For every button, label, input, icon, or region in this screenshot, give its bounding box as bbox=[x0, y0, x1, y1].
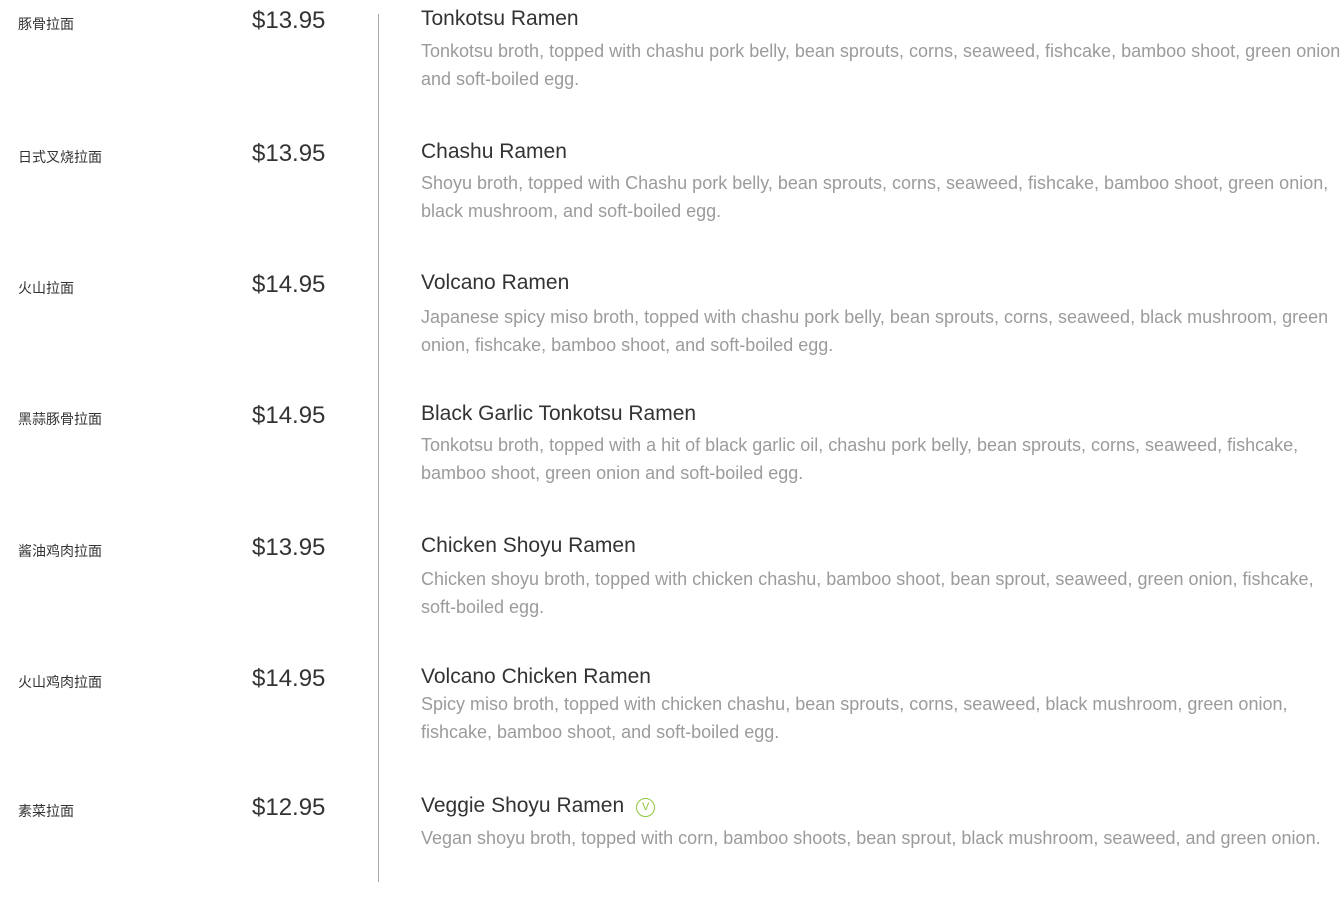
menu-item-volcano-chicken-ramen: 火山鸡肉拉面 $14.95 Volcano Chicken Ramen Spic… bbox=[0, 658, 1344, 778]
menu-item-chinese-name: 素菜拉面 bbox=[18, 804, 74, 820]
menu-item-chinese-name: 酱油鸡肉拉面 bbox=[18, 544, 102, 560]
menu-item-volcano-ramen: 火山拉面 $14.95 Volcano Ramen Japanese spicy… bbox=[0, 264, 1344, 384]
menu-item-description: Tonkotsu broth, topped with a hit of bla… bbox=[421, 435, 1299, 483]
menu-item-name-wrapper: Veggie Shoyu Ramen V bbox=[421, 794, 656, 818]
menu-item-price: $14.95 bbox=[252, 271, 326, 298]
menu-item-chicken-shoyu-ramen: 酱油鸡肉拉面 $13.95 Chicken Shoyu Ramen Chicke… bbox=[0, 527, 1344, 647]
menu-item-price: $13.95 bbox=[252, 534, 326, 561]
menu-item-chinese-name: 豚骨拉面 bbox=[18, 17, 74, 33]
menu-item-name: Chashu Ramen bbox=[421, 140, 567, 163]
circled-v-icon: V bbox=[636, 798, 656, 817]
menu-item-description: Japanese spicy miso broth, topped with c… bbox=[421, 307, 1329, 355]
menu-item-chinese-name: 火山鸡肉拉面 bbox=[18, 675, 102, 691]
menu-item-black-garlic-tonkotsu-ramen: 黑蒜豚骨拉面 $14.95 Black Garlic Tonkotsu Rame… bbox=[0, 395, 1344, 515]
menu-item-name: Black Garlic Tonkotsu Ramen bbox=[421, 402, 697, 425]
menu-item-veggie-shoyu-ramen: 素菜拉面 $12.95 Veggie Shoyu Ramen V Vegan sh… bbox=[0, 787, 1344, 907]
menu-item-description: Shoyu broth, topped with Chashu pork bel… bbox=[421, 173, 1329, 221]
menu-item-name: Volcano Ramen bbox=[421, 271, 570, 294]
menu-item-chashu-ramen: 日式叉烧拉面 $13.95 Chashu Ramen Shoyu broth, … bbox=[0, 133, 1344, 253]
menu-item-description: Vegan shoyu broth, topped with corn, bam… bbox=[421, 828, 1321, 848]
menu-item-price: $12.95 bbox=[252, 794, 326, 821]
menu-item-price: $14.95 bbox=[252, 665, 326, 692]
menu-item-description: Tonkotsu broth, topped with chashu pork … bbox=[421, 41, 1341, 89]
menu-item-name: Tonkotsu Ramen bbox=[421, 7, 579, 30]
menu-item-name: Veggie Shoyu Ramen bbox=[421, 794, 625, 817]
menu-item-price: $14.95 bbox=[252, 402, 326, 429]
menu-item-chinese-name: 日式叉烧拉面 bbox=[18, 150, 102, 166]
menu-item-price: $13.95 bbox=[252, 140, 326, 167]
menu-item-price: $13.95 bbox=[252, 7, 326, 34]
menu-item-name: Volcano Chicken Ramen bbox=[421, 665, 651, 688]
menu-item-chinese-name: 黑蒜豚骨拉面 bbox=[18, 412, 102, 428]
menu-item-description: Spicy miso broth, topped with chicken ch… bbox=[421, 694, 1288, 742]
menu-item-description: Chicken shoyu broth, topped with chicken… bbox=[421, 569, 1314, 617]
menu-item-chinese-name: 火山拉面 bbox=[18, 281, 74, 297]
menu-item-name: Chicken Shoyu Ramen bbox=[421, 534, 636, 557]
menu-item-tonkotsu-ramen: 豚骨拉面 $13.95 Tonkotsu Ramen Tonkotsu brot… bbox=[0, 0, 1344, 120]
